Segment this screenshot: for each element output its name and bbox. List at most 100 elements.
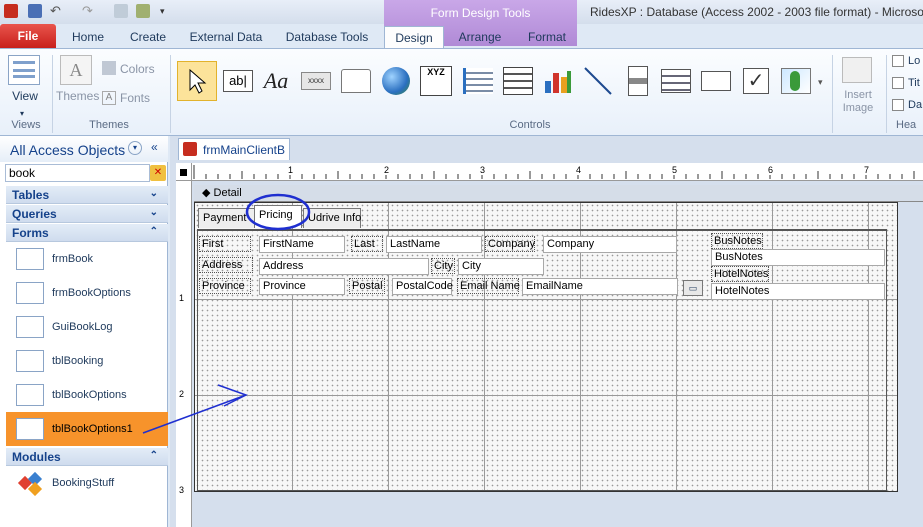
date-time-button[interactable]: Da [908, 99, 922, 111]
nav-group-tables[interactable]: Tables ⌄ [6, 186, 168, 204]
insert-image-button[interactable]: Insert Image [836, 89, 880, 115]
tab-design[interactable]: Design [384, 26, 444, 50]
view-button[interactable]: View [6, 89, 44, 103]
themes-icon[interactable]: A [60, 55, 92, 85]
field-hotelnotes[interactable]: HotelNotes [711, 283, 885, 300]
tab-home[interactable]: Home [62, 26, 114, 48]
select-icon[interactable] [177, 61, 217, 101]
nav-item-tblBookOptions[interactable]: tblBookOptions [6, 378, 168, 412]
nav-item-BookingStuff[interactable]: BookingStuff [6, 466, 168, 500]
nav-item-frmBookOptions[interactable]: frmBookOptions [6, 276, 168, 310]
field-city[interactable]: City [458, 258, 544, 275]
nav-group-modules[interactable]: Modules ⌃ [6, 448, 168, 466]
vruler-mark-3: 3 [179, 485, 185, 495]
field-postalcode[interactable]: PostalCode [392, 278, 453, 295]
quick-access-icon-2[interactable] [136, 4, 150, 18]
clear-search-icon[interactable]: ✕ [150, 165, 166, 181]
rectangle-icon[interactable] [696, 61, 736, 101]
listbox-icon[interactable] [656, 61, 696, 101]
page-tab-udrive-info[interactable]: Udrive Info [303, 208, 361, 228]
ruler-corner[interactable] [176, 163, 192, 181]
horizontal-ruler: 1 2 3 4 5 6 7 [192, 163, 923, 181]
tab-format[interactable]: Format [518, 26, 576, 48]
tab-arrange[interactable]: Arrange [450, 26, 510, 48]
page-break-icon[interactable] [498, 61, 538, 101]
nav-group-queries[interactable]: Queries ⌄ [6, 205, 168, 223]
logo-icon[interactable] [892, 55, 904, 67]
themes-button[interactable]: Themes [56, 89, 99, 103]
label-email-name[interactable]: Email Name [457, 278, 520, 294]
customize-qat-icon[interactable]: ▾ [160, 4, 174, 18]
chart-icon[interactable] [538, 61, 578, 101]
line-icon[interactable] [578, 61, 618, 101]
label-company[interactable]: Company [485, 236, 535, 252]
nav-item-tblBookOptions1[interactable]: tblBookOptions1 [6, 412, 168, 446]
button-icon[interactable]: xxxx [296, 61, 336, 101]
label-hotelnotes[interactable]: HotelNotes [711, 266, 769, 282]
field-company[interactable]: Company [543, 236, 677, 253]
field-lastname[interactable]: LastName [386, 236, 482, 253]
textbox-icon[interactable]: ab| [218, 61, 258, 101]
document-tab[interactable]: frmMainClientB [178, 138, 290, 160]
label-city[interactable]: City [431, 258, 455, 274]
fonts-icon[interactable]: A [102, 91, 116, 105]
tab-control-icon[interactable] [336, 61, 376, 101]
label-address[interactable]: Address [199, 257, 253, 273]
logo-button[interactable]: Lo [908, 55, 920, 67]
section-detail-bar[interactable]: ◆ Detail [194, 185, 923, 202]
option-group-icon[interactable] [458, 61, 498, 101]
field-emailname[interactable]: EmailName [522, 278, 678, 295]
colors-icon[interactable] [102, 61, 116, 75]
tab-database-tools[interactable]: Database Tools [278, 26, 376, 48]
separator [886, 55, 887, 133]
nav-group-forms[interactable]: Forms ⌃ [6, 224, 168, 242]
nav-item-GuiBookLog[interactable]: GuiBookLog [6, 310, 168, 344]
label-first[interactable]: First [199, 236, 251, 252]
navigation-icon[interactable]: XYZ [416, 61, 456, 101]
label-last[interactable]: Last [351, 236, 383, 252]
label-icon[interactable]: Aa [256, 61, 296, 101]
date-time-icon[interactable] [892, 99, 904, 111]
access-app-icon[interactable] [4, 4, 18, 18]
field-address[interactable]: Address [259, 258, 429, 275]
shutter-bar-icon[interactable]: « [151, 140, 158, 154]
hyperlink-icon[interactable] [376, 61, 416, 101]
nav-item-tblBooking[interactable]: tblBooking [6, 344, 168, 378]
expand-icon: ⌄ [149, 188, 158, 199]
label-province[interactable]: Province [199, 278, 251, 294]
nav-search-input[interactable]: book [5, 164, 150, 182]
ruler-mark-5: 5 [671, 165, 679, 175]
save-icon[interactable] [28, 4, 42, 18]
email-button-icon[interactable]: ▭ [683, 280, 703, 296]
tab-external-data[interactable]: External Data [184, 26, 268, 48]
form-design-grid[interactable]: Payment Pricing Udrive Info First FirstN… [194, 202, 898, 492]
label-busnotes[interactable]: BusNotes [711, 233, 763, 249]
title-button[interactable]: Tit [908, 77, 920, 89]
label-postal[interactable]: Postal [349, 278, 385, 294]
field-province[interactable]: Province [259, 278, 345, 295]
fonts-button[interactable]: Fonts [120, 91, 150, 105]
undo-icon[interactable]: ↶ [50, 4, 64, 18]
quick-access-icon[interactable] [114, 4, 128, 18]
field-busnotes[interactable]: BusNotes [711, 249, 885, 266]
toggle-button-icon[interactable] [618, 61, 658, 101]
controls-more-icon[interactable]: ▾ [818, 77, 823, 88]
view-icon[interactable] [8, 55, 40, 85]
field-firstname[interactable]: FirstName [259, 236, 345, 253]
colors-button[interactable]: Colors [120, 62, 155, 76]
redo-icon[interactable]: ↷ [82, 4, 96, 18]
nav-pane-header[interactable]: All Access Objects ▾ « [0, 136, 168, 162]
tab-create[interactable]: Create [122, 26, 174, 48]
checkbox-icon[interactable]: ✓ [736, 61, 776, 101]
nav-dropdown-icon[interactable]: ▾ [128, 141, 142, 155]
group-controls: Controls [509, 119, 551, 131]
view-dropdown-icon[interactable]: ▾ [20, 109, 24, 118]
insert-image-icon[interactable] [842, 57, 872, 83]
expand-icon: ⌄ [149, 207, 158, 218]
vruler-mark-2: 2 [179, 389, 185, 399]
nav-item-frmBook[interactable]: frmBook [6, 242, 168, 276]
page-tab-pricing[interactable]: Pricing [254, 205, 302, 228]
title-icon[interactable] [892, 77, 904, 89]
unbound-object-icon[interactable] [776, 61, 816, 101]
page-tab-payment[interactable]: Payment [198, 208, 256, 228]
